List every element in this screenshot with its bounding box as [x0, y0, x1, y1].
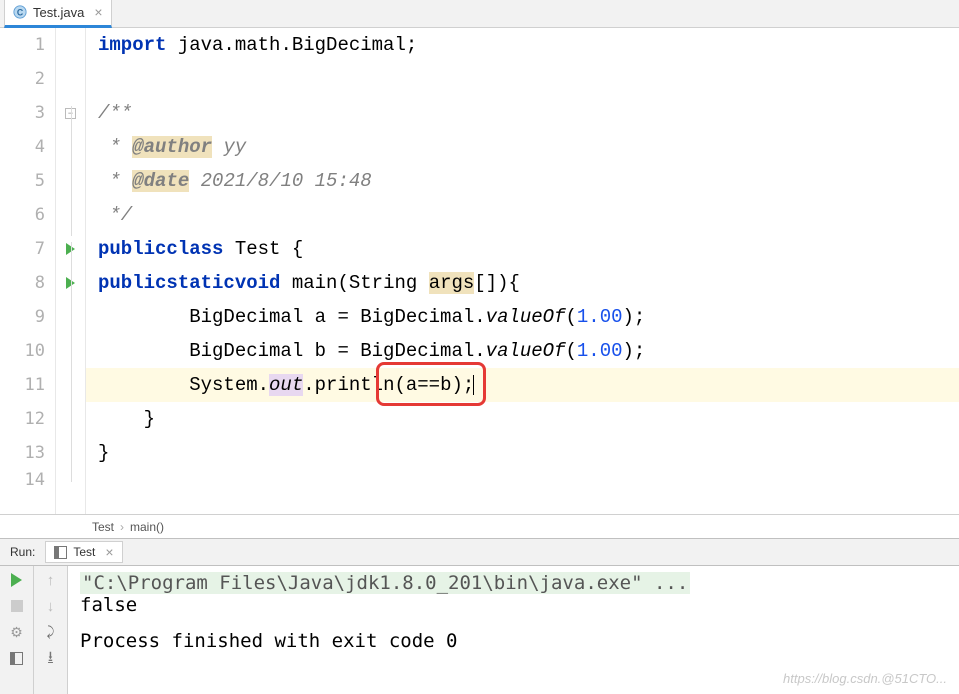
line-number: 6 [0, 198, 55, 232]
run-toolbar-secondary: ↑ ↓ ⤸ ⭳ [34, 566, 68, 694]
line-number: 2 [0, 62, 55, 96]
export-icon[interactable]: ⭳ [43, 650, 59, 666]
run-label: Run: [10, 545, 35, 559]
line-number: 13 [0, 436, 55, 470]
code-text-area[interactable]: import java.math.BigDecimal; /** * @auth… [86, 28, 959, 514]
code-line[interactable]: BigDecimal b = BigDecimal.valueOf(1.00); [86, 334, 959, 368]
line-number: 14 [0, 470, 55, 490]
console-command: "C:\Program Files\Java\jdk1.8.0_201\bin\… [80, 572, 690, 594]
file-tab-label: Test.java [33, 5, 84, 20]
code-line[interactable] [86, 62, 959, 96]
code-line[interactable]: */ [86, 198, 959, 232]
svg-text:C: C [17, 8, 24, 18]
stop-icon[interactable] [9, 598, 25, 614]
code-line[interactable]: BigDecimal a = BigDecimal.valueOf(1.00); [86, 300, 959, 334]
chevron-right-icon: › [120, 520, 124, 534]
soft-wrap-icon[interactable]: ⤸ [43, 624, 59, 640]
run-config-name: Test [73, 545, 95, 559]
console-exit-line: Process finished with exit code 0 [80, 630, 947, 652]
code-line[interactable]: import java.math.BigDecimal; [86, 28, 959, 62]
line-number: 4 [0, 130, 55, 164]
layout-icon[interactable] [9, 650, 25, 666]
code-editor[interactable]: 1 2 3 4 5 6 7 8 9 10 11 12 13 14 − impor… [0, 28, 959, 514]
breadcrumb: Test › main() [0, 514, 959, 538]
settings-icon[interactable]: ⚙ [9, 624, 25, 640]
console-output[interactable]: "C:\Program Files\Java\jdk1.8.0_201\bin\… [68, 566, 959, 694]
run-toolbar-primary: ⚙ [0, 566, 34, 694]
breadcrumb-item[interactable]: main() [130, 520, 164, 534]
scroll-down-icon[interactable]: ↓ [43, 598, 59, 614]
code-line[interactable]: /** [86, 96, 959, 130]
line-number: 11 [0, 368, 55, 402]
line-number: 7 [0, 232, 55, 266]
line-number: 1 [0, 28, 55, 62]
line-number-gutter: 1 2 3 4 5 6 7 8 9 10 11 12 13 14 [0, 28, 56, 514]
fold-guide [71, 242, 72, 482]
annotation-highlight-box [376, 362, 486, 406]
run-config-tab[interactable]: Test × [45, 541, 122, 563]
line-number: 12 [0, 402, 55, 436]
marker-gutter: − [56, 28, 86, 514]
fold-guide [71, 106, 72, 236]
code-line[interactable]: } [86, 402, 959, 436]
breadcrumb-item[interactable]: Test [92, 520, 114, 534]
scroll-up-icon[interactable]: ↑ [43, 572, 59, 588]
file-tab-test-java[interactable]: C Test.java × [4, 0, 112, 28]
java-class-icon: C [13, 5, 27, 19]
editor-tab-bar: C Test.java × [0, 0, 959, 28]
code-line[interactable]: } [86, 436, 959, 470]
line-number: 3 [0, 96, 55, 130]
line-number: 8 [0, 266, 55, 300]
run-toolwindow-header: Run: Test × [0, 538, 959, 566]
code-line[interactable] [86, 470, 959, 490]
code-line[interactable]: System.out.println(a==b); [86, 368, 959, 402]
close-icon[interactable]: × [105, 544, 113, 560]
rerun-icon[interactable] [9, 572, 25, 588]
line-number: 9 [0, 300, 55, 334]
code-line[interactable]: public static void main(String args[]){ [86, 266, 959, 300]
run-toolwindow: ⚙ ↑ ↓ ⤸ ⭳ "C:\Program Files\Java\jdk1.8.… [0, 566, 959, 694]
close-icon[interactable]: × [94, 4, 102, 20]
console-line: false [80, 594, 947, 616]
line-number: 5 [0, 164, 55, 198]
line-number: 10 [0, 334, 55, 368]
code-line[interactable]: * @date 2021/8/10 15:48 [86, 164, 959, 198]
run-config-icon [54, 546, 67, 559]
code-line[interactable]: * @author yy [86, 130, 959, 164]
code-line[interactable]: public class Test { [86, 232, 959, 266]
